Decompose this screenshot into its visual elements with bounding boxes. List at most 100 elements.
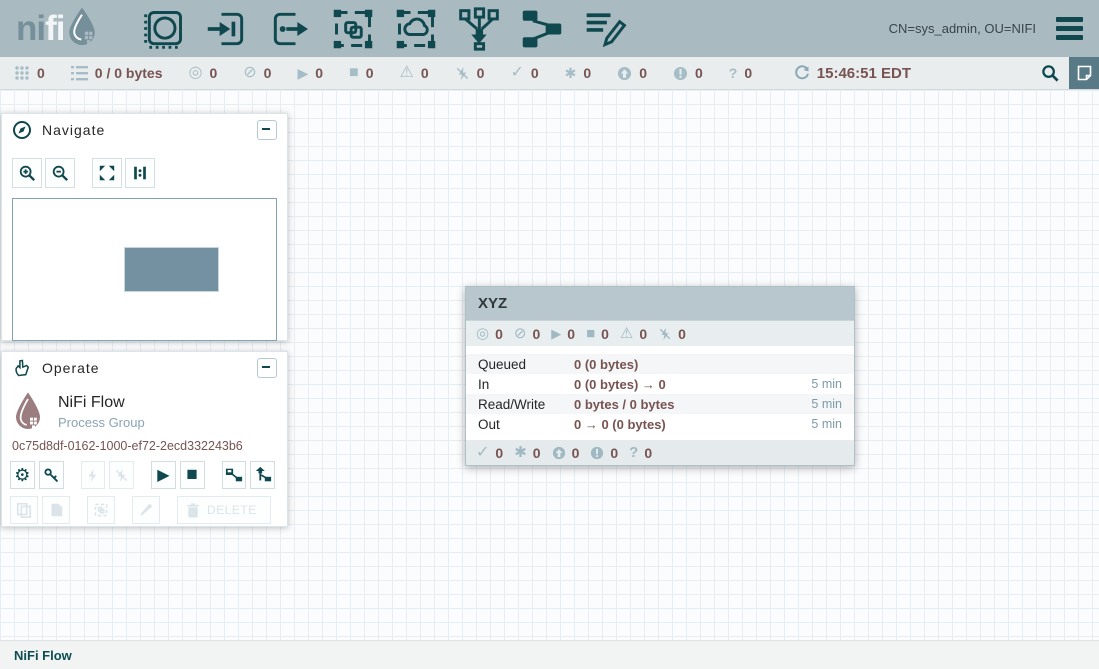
global-menu-button[interactable] [1056,13,1083,44]
stat-label: Read/Write [478,397,574,412]
start-button[interactable]: ▶ [151,461,176,489]
group-button [87,496,115,524]
navigate-collapse-button[interactable] [257,120,277,140]
zoom-fit-button[interactable] [92,158,122,188]
disabled-icon [455,66,470,81]
stale-stat: 0 [617,65,647,81]
operate-title: Operate [42,360,100,376]
disabled-icon [658,327,672,341]
bulletin-board-button[interactable] [1069,57,1099,89]
transmitting-count: 0 [209,65,217,81]
process-group-name: XYZ [478,295,507,312]
input-port-component[interactable] [204,6,250,52]
gear-icon: ⚙ [14,465,30,486]
process-group-header: XYZ [466,287,854,321]
stat-window: 5 min [811,417,842,431]
transmitting-icon: ◎ [476,326,489,341]
running-stat: ▶ 0 [297,65,323,81]
zoom-in-button[interactable] [12,158,42,188]
pg-disabled-count: 0 [678,326,686,342]
navigate-title: Navigate [42,122,105,138]
stale-icon [552,446,566,460]
copy-button [10,496,38,524]
up-to-date-icon: ✓ [510,65,523,81]
pg-invalid-count: 0 [639,326,647,342]
process-group-status-row: ◎ 0 ⊘ 0 ▶ 0 ■ 0 ⚠ 0 [466,321,854,346]
sync-failure-count: 0 [744,65,752,81]
birdseye-map[interactable] [12,198,277,341]
funnel-component[interactable] [456,6,502,52]
invalid-icon: ⚠ [620,326,633,341]
stat-window: 5 min [811,377,842,391]
up-to-date-icon: ✓ [476,445,489,461]
locally-modified-count: 0 [583,65,591,81]
locally-modified-and-stale-icon [673,66,688,81]
process-group-component[interactable] [330,6,376,52]
stat-label: Queued [478,357,574,372]
sync-failure-icon: ? [729,66,738,80]
process-group-drop-icon [12,390,44,432]
stop-icon: ■ [186,464,197,486]
disabled-stat: 0 [455,65,485,81]
locally-modified-and-stale-icon [590,446,604,460]
access-policies-button[interactable] [39,461,64,489]
pg-running-count: 0 [567,326,575,342]
menu-bar-icon [1056,17,1083,22]
running-icon: ▶ [297,66,308,80]
locally-modified-and-stale-count: 0 [695,65,703,81]
disabled-count: 0 [477,65,485,81]
label-component[interactable] [582,6,628,52]
locally-modified-icon: ✱ [565,66,577,80]
flow-canvas[interactable]: Navigate [0,90,1099,640]
upload-template-button[interactable] [250,461,275,489]
process-group-xyz[interactable]: XYZ ◎ 0 ⊘ 0 ▶ 0 ■ 0 [465,286,855,466]
save-template-button[interactable] [222,461,247,489]
stopped-count: 0 [366,65,374,81]
up-to-date-count: 0 [531,65,539,81]
remote-process-group-component[interactable] [393,6,439,52]
processor-component[interactable] [141,6,187,52]
header-right: CN=sys_admin, OU=NIFI [889,13,1083,44]
pg-stopped-count: 0 [601,326,609,342]
total-queued-count: 0 / 0 bytes [95,65,163,81]
enable-button [81,461,106,489]
operate-collapse-button[interactable] [257,358,277,378]
pg-running-stat: ▶ 0 [551,326,575,342]
template-component[interactable] [519,6,565,52]
pg-locally-modified-and-stale-stat: 0 [590,445,618,461]
selected-component-summary: NiFi Flow Process Group [2,384,287,432]
birdseye-brush[interactable] [124,247,219,292]
breadcrumb-root[interactable]: NiFi Flow [14,648,72,663]
stopped-icon: ■ [349,65,359,81]
disable-button [109,461,134,489]
pg-not-transmitting-count: 0 [532,326,540,342]
stop-button[interactable]: ■ [180,461,205,489]
stat-row-in: In 0 (0 bytes) → 0 5 min [466,374,854,394]
zoom-actual-size-button[interactable] [125,158,155,188]
start-icon: ▶ [157,465,169,485]
stopped-icon: ■ [586,326,595,341]
stat-label: In [478,377,574,392]
logo-text-fi: fi [45,11,64,46]
selected-component-type: Process Group [58,415,145,430]
menu-bar-icon [1056,35,1083,40]
color-button [132,496,160,524]
pg-disabled-stat: 0 [658,326,686,342]
not-transmitting-icon: ⊘ [514,326,527,341]
not-transmitting-icon: ⊘ [243,65,256,81]
stat-row-out: Out 0 → 0 (0 bytes) 5 min [466,414,854,434]
stat-row-queued: Queued 0 (0 bytes) [466,354,854,374]
breadcrumb-bar: NiFi Flow [0,640,1099,669]
pg-sync-failure-stat: ? 0 [629,445,652,461]
configure-button[interactable]: ⚙ [10,461,35,489]
stat-value: 0 → 0 (0 bytes) [574,417,666,432]
refresh-icon[interactable] [794,65,810,81]
delete-button: DELETE [177,496,271,524]
search-button[interactable] [1031,57,1069,89]
pg-invalid-stat: ⚠ 0 [620,326,647,342]
running-count: 0 [315,65,323,81]
zoom-out-button[interactable] [45,158,75,188]
output-port-component[interactable] [267,6,313,52]
up-to-date-stat: ✓ 0 [510,65,538,81]
stat-value: 0 (0 bytes) [574,357,638,372]
